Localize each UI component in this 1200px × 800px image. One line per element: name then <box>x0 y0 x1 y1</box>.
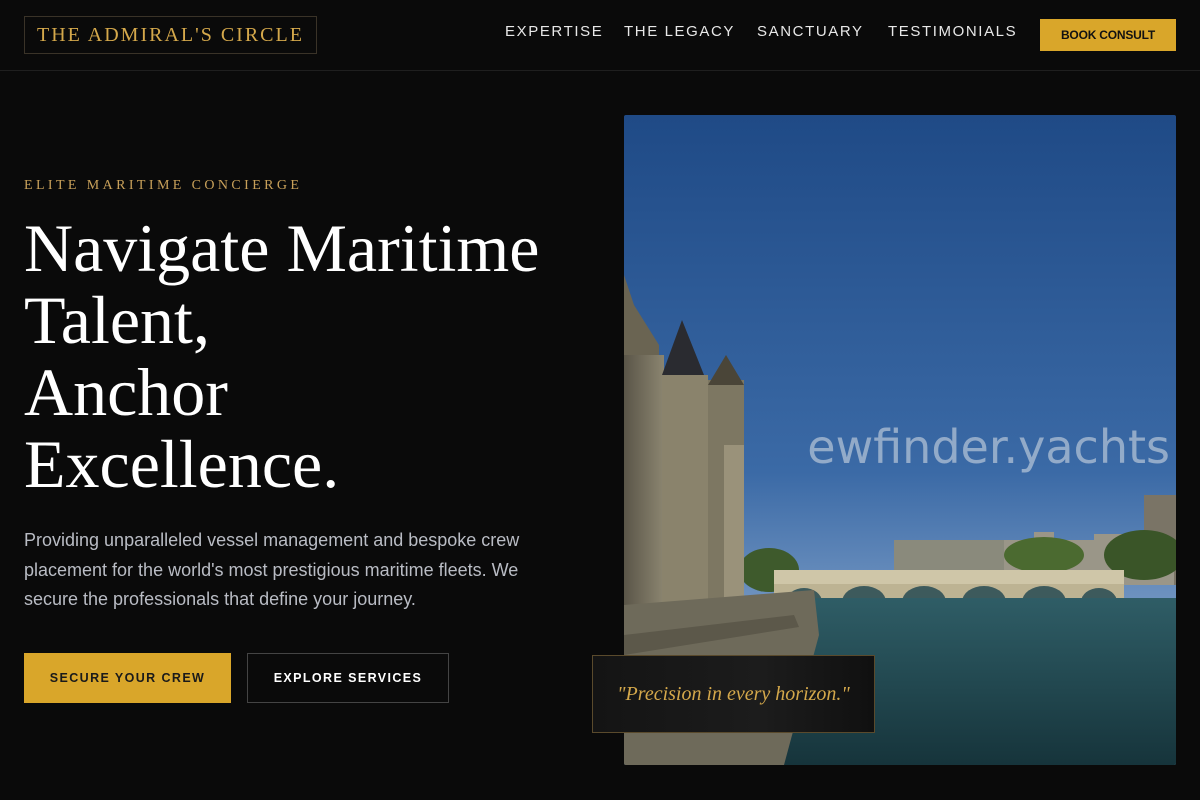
hero-headline: Navigate Maritime Talent, Anchor Excelle… <box>24 212 604 500</box>
secure-your-crew-button[interactable]: SECURE YOUR CREW <box>24 653 231 703</box>
quote-card: "Precision in every horizon." <box>592 655 875 733</box>
headline-line: Anchor <box>24 354 228 430</box>
hero-eyebrow: ELITE MARITIME CONCIERGE <box>24 178 303 193</box>
quote-text: "Precision in every horizon." <box>617 682 850 705</box>
explore-services-button[interactable]: EXPLORE SERVICES <box>247 653 449 703</box>
brand-logo[interactable]: THE ADMIRAL'S CIRCLE <box>24 16 317 54</box>
site-header: THE ADMIRAL'S CIRCLE EXPERTISE THE LEGAC… <box>0 0 1200 71</box>
headline-line: Navigate Maritime <box>24 210 540 286</box>
photo-watermark: ewfinder.yachts <box>807 420 1170 474</box>
headline-line: Talent, <box>24 282 210 358</box>
nav-sanctuary[interactable]: SANCTUARY <box>757 23 864 40</box>
nav-expertise[interactable]: EXPERTISE <box>505 23 603 40</box>
book-consult-button[interactable]: BOOK CONSULT <box>1040 19 1176 51</box>
headline-line: Excellence. <box>24 426 340 502</box>
hero-description: Providing unparalleled vessel management… <box>24 530 520 609</box>
nav-testimonials[interactable]: TESTIMONIALS <box>888 23 1017 40</box>
nav-the-legacy[interactable]: THE LEGACY <box>624 23 735 40</box>
